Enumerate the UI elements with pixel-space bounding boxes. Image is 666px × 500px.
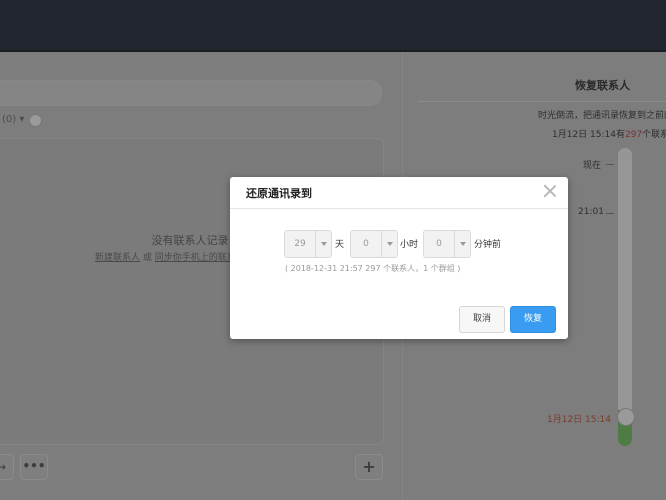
sync-contacts-link[interactable]: 同步你手机上的联系 [155,253,236,263]
select-separator [381,231,382,257]
cancel-button[interactable]: 取消 [459,306,505,333]
restore-panel-title: 恢复联系人 [575,79,630,92]
hours-unit: 小时 [400,240,419,250]
filter-icon[interactable] [29,114,42,127]
minutes-value: 0 [436,239,442,249]
timeline-mid-label: 21:01 [578,207,604,217]
select-separator [315,231,316,257]
new-contact-link[interactable]: 新建联系人 [95,253,140,263]
count-number: 297 [624,130,643,140]
count-suffix: 个联系人， [642,130,666,140]
app-top-bar [0,0,666,50]
select-separator [454,231,455,257]
timeline-track[interactable] [618,148,632,446]
chevron-down-icon [387,242,393,246]
timeline-now-label: 现在 [583,161,602,171]
dialog-header: 还原通讯录到 [230,177,568,209]
days-select[interactable]: 29 [284,230,332,258]
timeline-slider-handle[interactable] [617,408,635,426]
title-divider [418,101,666,102]
count-prefix: 1月12日 15:14有 [552,130,625,140]
chevron-down-icon [321,242,327,246]
close-icon[interactable] [543,184,557,198]
restore-summary: ( 2018-12-31 21:57 297 个联系人，1 个群组 ) [285,264,461,273]
filter-label: (0) [2,114,17,125]
timeline-tick [606,164,614,165]
more-button[interactable]: ••• [20,454,48,480]
restore-count: 1月12日 15:14有297个联系人， [552,127,666,140]
timeline-start-label: 1月12日 15:14 [547,415,611,425]
dialog-title: 还原通讯录到 [246,187,312,200]
minutes-select[interactable]: 0 [423,230,471,258]
empty-state-or: 或 [142,253,152,263]
hours-value: 0 [363,239,369,249]
restore-dialog: 还原通讯录到 29 天 0 小时 0 分钟前 ( 2018-12-31 21:5… [230,177,568,339]
hours-select[interactable]: 0 [350,230,398,258]
days-unit: 天 [335,240,345,250]
arrow-right-icon[interactable]: → [0,454,14,480]
add-contact-button[interactable]: + [355,454,383,480]
minutes-unit: 分钟前 [474,240,502,250]
restore-description: 时光倒流，把通讯录恢复到之前的时 [538,111,666,121]
restore-button[interactable]: 恢复 [510,306,556,333]
search-input[interactable] [0,80,382,106]
empty-state-links: 新建联系人 或 同步你手机上的联系 [95,250,236,263]
chevron-down-icon [460,242,466,246]
days-value: 29 [294,239,306,249]
timeline-tick [606,213,614,214]
filter-dropdown[interactable]: (0) ▾ [2,114,24,125]
